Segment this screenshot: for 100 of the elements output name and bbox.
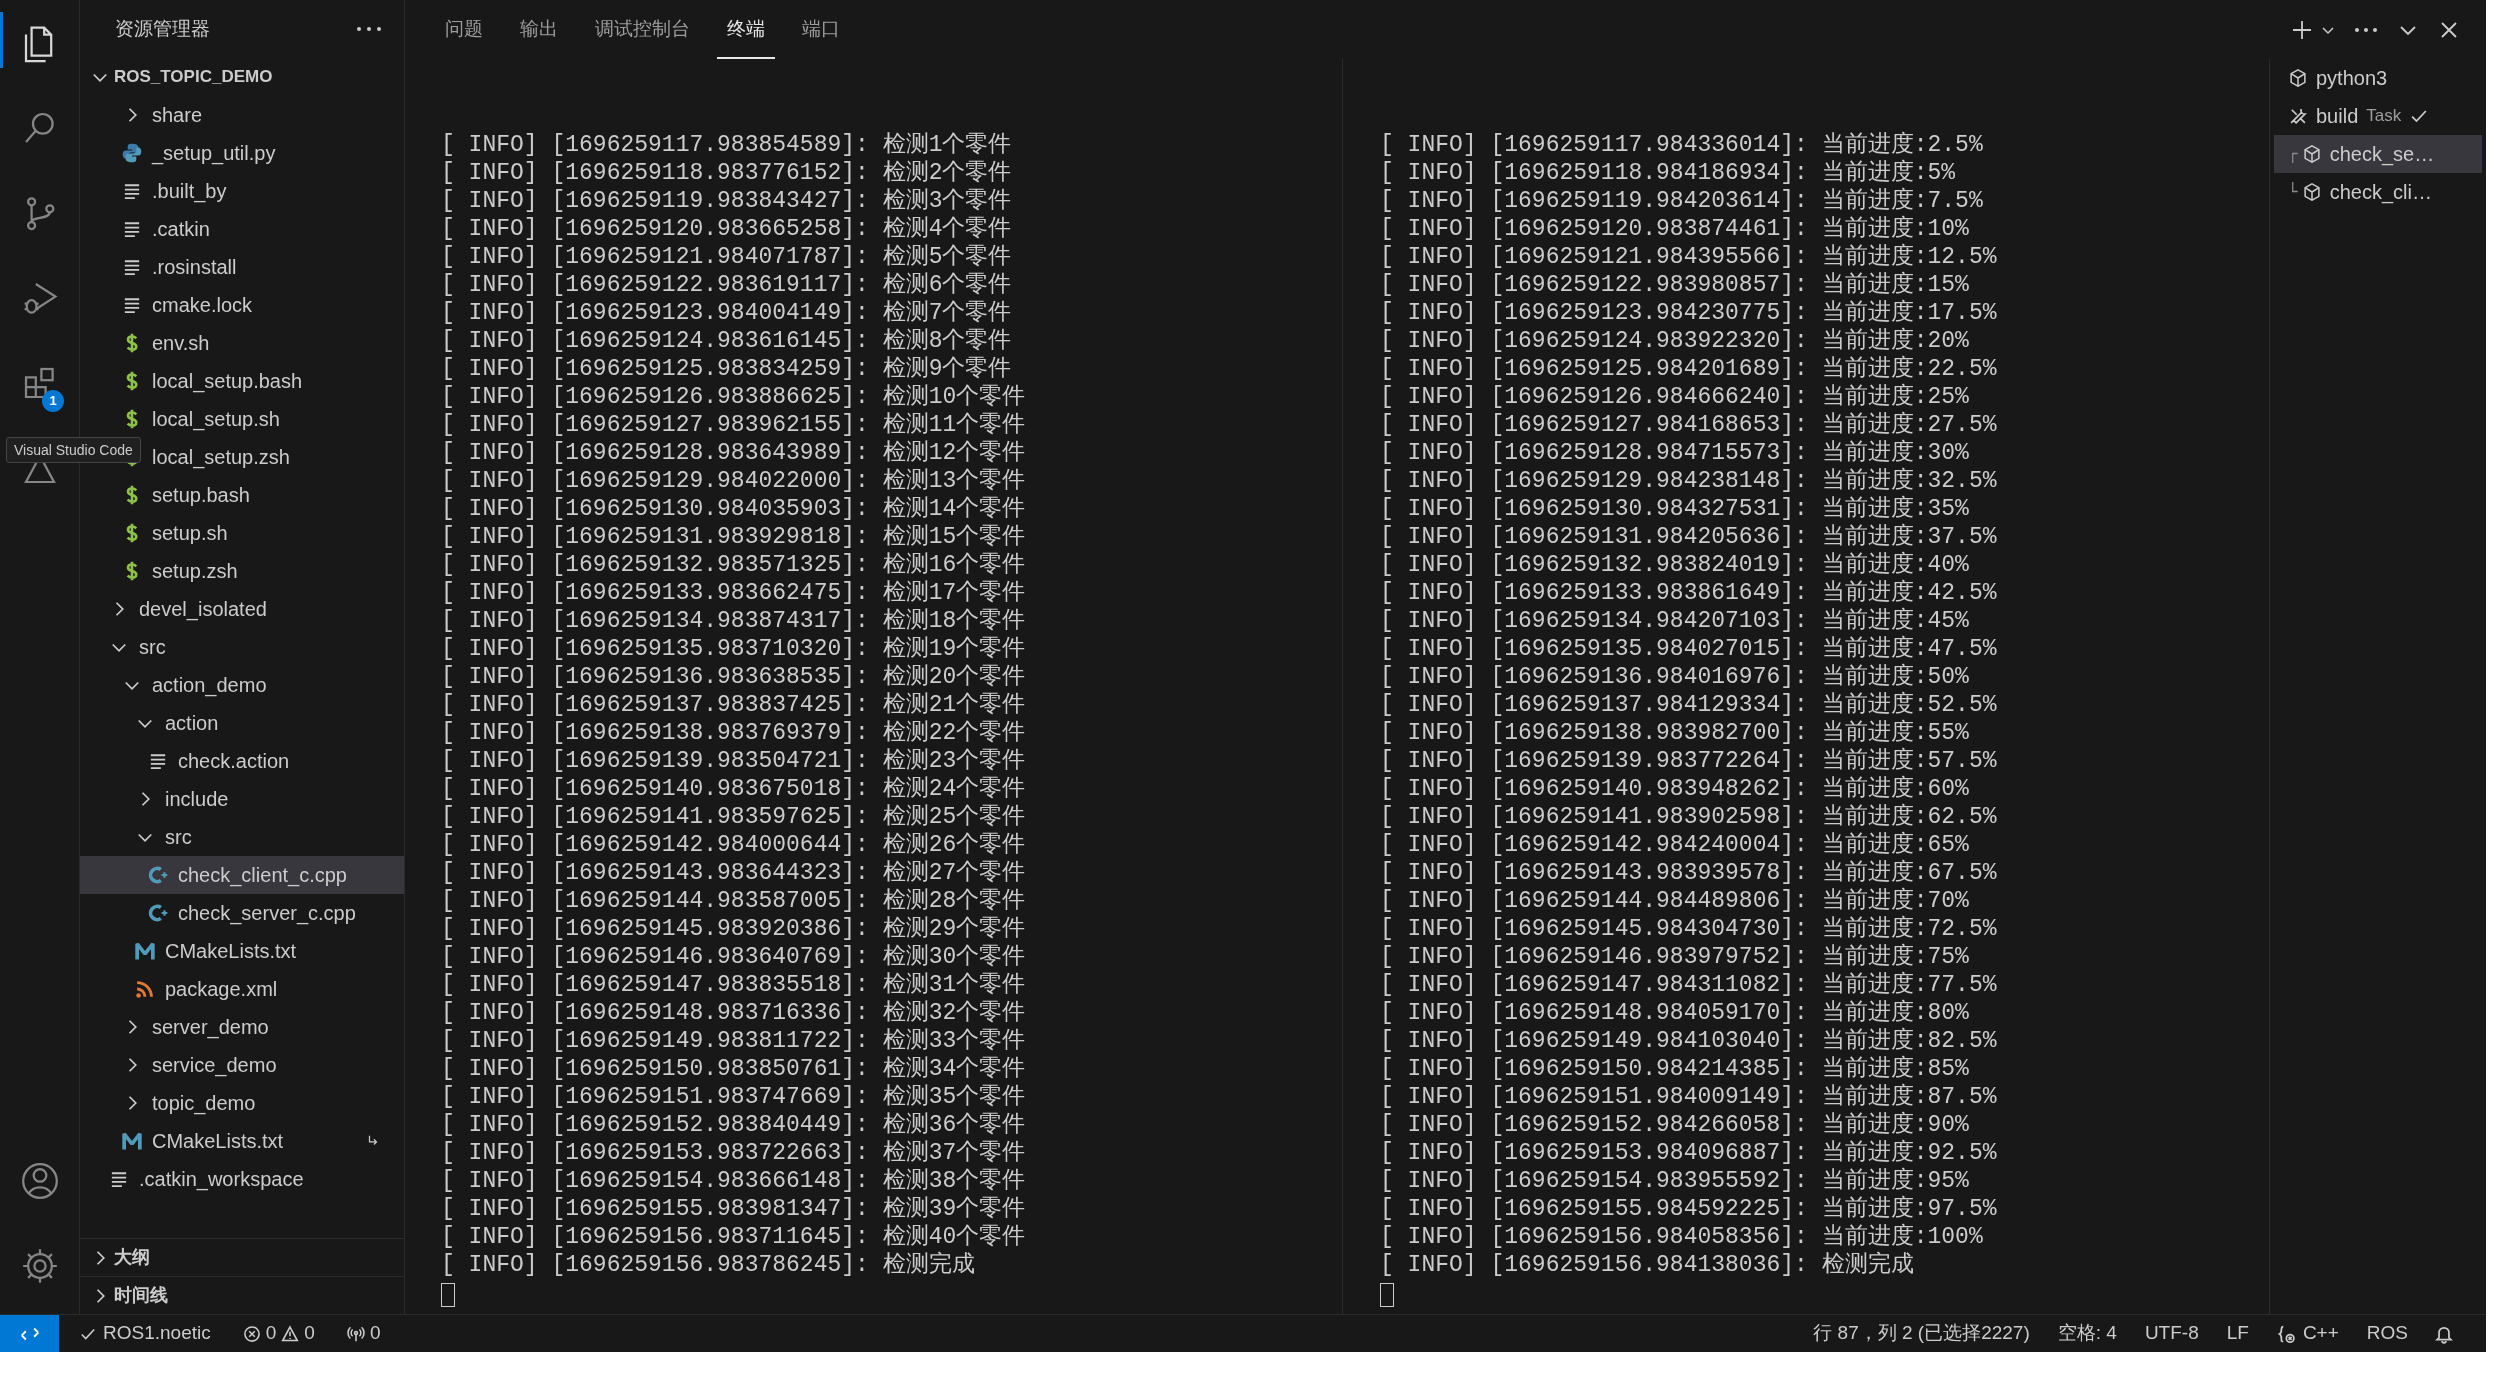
ports-status[interactable]: 0 [336,1315,391,1352]
more-actions-icon[interactable] [2354,25,2378,34]
antenna-icon [346,1324,365,1343]
file-type-icon [122,143,142,163]
status-item[interactable]: 空格: 4 [2043,1315,2131,1352]
terminal-line: [ INFO] [1696259149.984103040]: 当前进度:82.5% [1380,1027,1997,1055]
file-type-icon [122,219,142,239]
status-item[interactable]: ROS [2352,1315,2422,1352]
terminal-line: [ INFO] [1696259126.984666240]: 当前进度:25% [1380,383,1969,411]
terminal-line: [ INFO] [1696259133.983861649]: 当前进度:42.5% [1380,579,1997,607]
file-tree-item[interactable]: _setup_util.py [80,134,404,172]
tooltip: Visual Studio Code [6,437,141,463]
file-tree-item[interactable]: .rosinstall [80,248,404,286]
panel-tab[interactable]: 问题 [435,0,493,59]
file-tree-item[interactable]: check_server_c.cpp [80,894,404,932]
panel-tab[interactable]: 端口 [792,0,850,59]
file-type-icon [126,409,138,429]
terminal-line: [ INFO] [1696259120.983665258]: 检测4个零件 [441,215,1012,243]
terminal-line: [ INFO] [1696259146.983640769]: 检测30个零件 [441,943,1026,971]
status-item[interactable]: UTF-8 [2130,1315,2213,1352]
file-tree-item[interactable]: setup.bash [80,476,404,514]
terminal-line: [ INFO] [1696259149.983811722]: 检测33个零件 [441,1027,1026,1055]
terminal-line: [ INFO] [1696259136.983638535]: 检测20个零件 [441,663,1026,691]
terminal-line: [ INFO] [1696259129.984238148]: 当前进度:32.5% [1380,467,1997,495]
file-tree-item[interactable]: service_demo [80,1046,404,1084]
terminal-line: [ INFO] [1696259156.983786245]: 检测完成 [441,1251,975,1279]
file-tree-item[interactable]: check_client_c.cpp [80,856,404,894]
file-tree-item[interactable]: cmake.lock [80,286,404,324]
tools-icon [2288,106,2308,126]
file-type-icon [148,903,168,923]
problems-status[interactable]: 0 0 [232,1315,325,1352]
terminal-line: [ INFO] [1696259152.983840449]: 检测36个零件 [441,1111,1026,1139]
panel-tab[interactable]: 终端 [717,0,775,59]
section-header[interactable]: 时间线 [80,1276,404,1314]
file-tree-item[interactable]: env.sh [80,324,404,362]
file-type-icon [135,941,155,961]
status-item[interactable]: 行 87，列 2 (已选择2227) [1799,1315,2044,1352]
terminal-line: [ INFO] [1696259132.983824019]: 当前进度:40% [1380,551,1969,579]
terminal-line: [ INFO] [1696259140.983675018]: 检测24个零件 [441,775,1026,803]
file-tree-item[interactable]: CMakeLists.txt [80,1122,404,1160]
terminal-line: [ INFO] [1696259117.984336014]: 当前进度:2.5% [1380,131,1983,159]
status-item[interactable]: LF [2212,1315,2263,1352]
terminal-tab[interactable]: ┌ check_se… [2274,135,2482,173]
file-type-icon [126,523,138,543]
terminal-line: [ INFO] [1696259142.984000644]: 检测26个零件 [441,831,1026,859]
terminal-line: [ INFO] [1696259150.984214385]: 当前进度:85% [1380,1055,1969,1083]
file-tree-item[interactable]: package.xml [80,970,404,1008]
terminal-line: [ INFO] [1696259156.983711645]: 检测40个零件 [441,1223,1026,1251]
terminal-tab[interactable]: python3 [2274,59,2482,97]
status-item[interactable]: ROS1.noetic [71,1315,219,1352]
file-tree-item[interactable]: check.action [80,742,404,780]
file-type-icon [148,751,168,771]
file-tree-item[interactable]: server_demo [80,1008,404,1046]
panel-tab[interactable]: 调试控制台 [585,0,700,59]
terminal-line: [ INFO] [1696259140.983948262]: 当前进度:60% [1380,775,1969,803]
terminal-line: [ INFO] [1696259147.983835518]: 检测31个零件 [441,971,1026,999]
cube-icon [2301,182,2322,202]
file-tree-item[interactable]: src [80,818,404,856]
terminal-line: [ INFO] [1696259120.983874461]: 当前进度:10% [1380,215,1969,243]
terminal-tab[interactable]: └ check_cli… [2274,173,2482,211]
file-type-icon [122,295,142,315]
terminal-line: [ INFO] [1696259148.983716336]: 检测32个零件 [441,999,1026,1027]
file-tree-item[interactable]: .built_by [80,172,404,210]
panel-tab[interactable]: 输出 [510,0,568,59]
file-type-icon [126,561,138,581]
more-actions-icon[interactable] [356,25,382,33]
section-header[interactable]: 大纲 [80,1238,404,1276]
file-tree-item[interactable]: setup.sh [80,514,404,552]
terminal-line: [ INFO] [1696259136.984016976]: 当前进度:50% [1380,663,1969,691]
file-tree-item[interactable]: action_demo [80,666,404,704]
terminal-line: [ INFO] [1696259134.983874317]: 检测18个零件 [441,607,1026,635]
file-tree-item[interactable]: include [80,780,404,818]
terminal-tab[interactable]: build Task [2274,97,2482,135]
terminal-line: [ INFO] [1696259135.984027015]: 当前进度:47.5% [1380,635,1997,663]
file-tree-item[interactable]: .catkin [80,210,404,248]
file-tree-item[interactable]: share [80,96,404,134]
file-tree-item[interactable]: src [80,628,404,666]
terminal-line: [ INFO] [1696259123.984004149]: 检测7个零件 [441,299,1012,327]
terminal-line: [ INFO] [1696259119.983843427]: 检测3个零件 [441,187,1012,215]
terminal-line: [ INFO] [1696259151.984009149]: 当前进度:87.5% [1380,1083,1997,1111]
terminal-line: [ INFO] [1696259130.984035903]: 检测14个零件 [441,495,1026,523]
language-status[interactable]: C++ [2262,1315,2353,1352]
terminal-line: [ INFO] [1696259131.984205636]: 当前进度:37.5% [1380,523,1997,551]
file-tree-item[interactable]: topic_demo [80,1084,404,1122]
terminal-line: [ INFO] [1696259141.983597625]: 检测25个零件 [441,803,1026,831]
file-tree-item[interactable]: action [80,704,404,742]
terminal-line: [ INFO] [1696259144.983587005]: 检测28个零件 [441,887,1026,915]
terminal-line: [ INFO] [1696259155.984592225]: 当前进度:97.5% [1380,1195,1997,1223]
terminal-line: [ INFO] [1696259153.984096887]: 当前进度:92.5% [1380,1139,1997,1167]
file-tree-item[interactable]: CMakeLists.txt [80,932,404,970]
terminal-line: [ INFO] [1696259129.984022000]: 检测13个零件 [441,467,1026,495]
terminal-line: [ INFO] [1696259137.983837425]: 检测21个零件 [441,691,1026,719]
count-badge: 1 [42,390,64,412]
file-tree-item[interactable]: .catkin_workspace [80,1160,404,1198]
file-tree-item[interactable]: local_setup.bash [80,362,404,400]
terminal-line: [ INFO] [1696259153.983722663]: 检测37个零件 [441,1139,1026,1167]
folder-header[interactable]: ROS_TOPIC_DEMO [80,58,404,96]
file-tree-item[interactable]: local_setup.sh [80,400,404,438]
file-tree-item[interactable]: devel_isolated [80,590,404,628]
file-tree-item[interactable]: setup.zsh [80,552,404,590]
